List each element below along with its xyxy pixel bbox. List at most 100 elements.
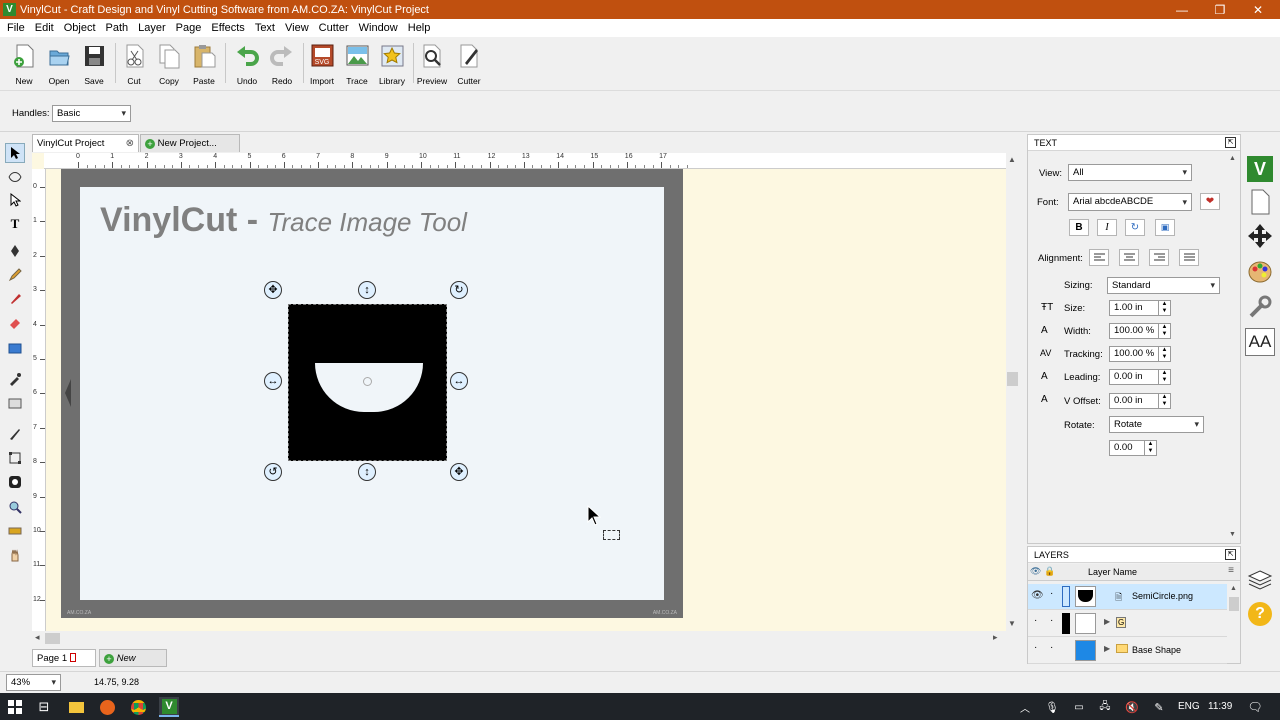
minimize-button[interactable]: — <box>1162 0 1202 19</box>
move-handle-icon[interactable]: ✥ <box>264 281 282 299</box>
task-view-icon[interactable]: ⊟ <box>34 697 54 717</box>
microphone-icon[interactable]: 🎙 <box>1042 697 1062 717</box>
notifications-icon[interactable]: 🗨 <box>1245 697 1265 717</box>
italic-button[interactable]: I <box>1097 219 1117 236</box>
copy-button[interactable]: Copy <box>152 43 186 89</box>
chrome-icon[interactable] <box>128 697 148 717</box>
select-tool-icon[interactable] <box>5 143 25 163</box>
leading-input[interactable]: 0.00 in ▲ ▼ <box>1109 369 1171 385</box>
semicircle-image[interactable] <box>288 304 447 461</box>
tab-page-1[interactable]: Page 1 ⊗ <box>32 649 109 667</box>
vertical-scrollbar[interactable]: ▲ ▼ <box>1006 153 1020 633</box>
document-icon[interactable] <box>1245 188 1275 216</box>
cutter-button[interactable]: Cutter <box>452 43 486 89</box>
menu-effects[interactable]: Effects <box>206 22 249 34</box>
measure-tool-icon[interactable] <box>5 521 25 541</box>
align-left-icon[interactable] <box>1089 249 1109 266</box>
tracking-input[interactable]: 100.00 % ▲ ▼ <box>1109 346 1171 362</box>
eraser-tool-icon[interactable] <box>5 313 25 333</box>
resize-horizontal-handle-icon[interactable]: ↔ <box>450 372 468 390</box>
voffset-input[interactable]: 0.00 in ▲ ▼ <box>1109 393 1171 409</box>
menu-window[interactable]: Window <box>354 22 403 34</box>
layers-stack-icon[interactable] <box>1245 566 1275 594</box>
preview-button[interactable]: Preview <box>415 43 449 89</box>
move-arrows-icon[interactable] <box>1245 222 1275 250</box>
node-edit-tool-icon[interactable] <box>5 167 25 187</box>
layer-row[interactable]: · · ▶ G <box>1028 611 1227 637</box>
redo-button[interactable]: Redo <box>265 43 299 89</box>
resize-vertical-handle-icon[interactable]: ↕ <box>358 463 376 481</box>
reset-text-icon[interactable]: ↻ <box>1125 219 1145 236</box>
bold-button[interactable]: B <box>1069 219 1089 236</box>
windows-start-icon[interactable] <box>5 697 25 717</box>
undo-button[interactable]: Undo <box>230 43 264 89</box>
panel-expand-icon[interactable]: ⇱ <box>1225 549 1236 560</box>
close-tab-icon[interactable]: ⊗ <box>126 135 134 152</box>
tab-new-project[interactable]: + New Project... <box>140 134 240 152</box>
brush-tool-icon[interactable] <box>5 289 25 309</box>
close-button[interactable]: ✕ <box>1238 0 1278 19</box>
transform-tool-icon[interactable] <box>5 448 25 468</box>
rotate-handle-icon[interactable]: ↺ <box>264 463 282 481</box>
layer-row[interactable]: 👁 · 🗎 SemiCircle.png <box>1028 584 1227 610</box>
menu-text[interactable]: Text <box>250 22 280 34</box>
font-select[interactable]: Arial abcdeABCDE ▾ <box>1068 193 1192 211</box>
view-select[interactable]: All ▾ <box>1068 164 1192 181</box>
expand-arrow-icon[interactable]: ▶ <box>1104 644 1110 653</box>
menu-edit[interactable]: Edit <box>30 22 59 34</box>
paste-button[interactable]: Paste <box>187 43 221 89</box>
design-page[interactable]: VinylCut - Trace Image Tool ✥ ↕ ↻ ↔ ↔ ↺ … <box>80 187 664 600</box>
firefox-icon[interactable] <box>97 697 117 717</box>
layer-row[interactable]: · · ▶ Base Shape <box>1028 638 1227 664</box>
library-button[interactable]: Library <box>375 43 409 89</box>
gradient-tool-icon[interactable] <box>5 393 25 413</box>
panel-expand-icon[interactable]: ⇱ <box>1225 137 1236 148</box>
scroll-thumb[interactable] <box>1007 372 1018 386</box>
menu-view[interactable]: View <box>280 22 314 34</box>
scroll-thumb[interactable] <box>45 633 60 644</box>
new-button[interactable]: New <box>7 43 41 89</box>
horizontal-scrollbar[interactable]: ◂ ▸ <box>32 631 1007 646</box>
tab-new-page[interactable]: + New Page... <box>99 649 167 681</box>
tools-wrench-icon[interactable] <box>1245 293 1275 321</box>
text-options-icon[interactable]: ▣ <box>1155 219 1175 236</box>
zoom-select[interactable]: 43% ▾ <box>6 674 61 691</box>
text-aa-icon[interactable]: AA <box>1245 328 1275 356</box>
menu-help[interactable]: Help <box>403 22 436 34</box>
direct-select-tool-icon[interactable] <box>5 190 25 210</box>
shape-tool-icon[interactable] <box>5 338 25 358</box>
layers-scrollbar[interactable]: ▲ <box>1228 583 1240 663</box>
text-tool-icon[interactable]: T <box>5 214 25 234</box>
rotate-angle-input[interactable]: 0.00 ▲ ▼ <box>1109 440 1157 456</box>
pen-icon[interactable]: ✎ <box>1149 697 1169 717</box>
volume-muted-icon[interactable]: 🔇 <box>1122 697 1142 717</box>
size-input[interactable]: 1.00 in ▲ ▼ <box>1109 300 1171 316</box>
battery-icon[interactable]: ▭ <box>1069 697 1089 717</box>
font-favorites-icon[interactable]: ❤ <box>1200 193 1220 210</box>
import-button[interactable]: SVG Import <box>305 43 339 89</box>
vinylcut-logo-icon[interactable]: V <box>1245 155 1275 183</box>
resize-vertical-handle-icon[interactable]: ↕ <box>358 281 376 299</box>
language-indicator[interactable]: ENG <box>1178 701 1200 712</box>
eye-icon[interactable]: 👁 <box>1031 590 1044 601</box>
menu-layer[interactable]: Layer <box>133 22 171 34</box>
knife-tool-icon[interactable] <box>5 424 25 444</box>
resize-horizontal-handle-icon[interactable]: ↔ <box>264 372 282 390</box>
rotate-handle-icon[interactable]: ↻ <box>450 281 468 299</box>
layers-menu-icon[interactable]: ≡ <box>1228 565 1234 576</box>
text-panel-scrollbar[interactable]: ▲ ▼ <box>1227 153 1239 543</box>
menu-file[interactable]: File <box>2 22 30 34</box>
chevron-up-icon[interactable]: ︿ <box>1015 697 1035 717</box>
handles-select[interactable]: Basic ▾ <box>52 105 131 122</box>
open-button[interactable]: Open <box>42 43 76 89</box>
align-center-icon[interactable] <box>1119 249 1139 266</box>
weld-tool-icon[interactable] <box>5 472 25 492</box>
rotate-select[interactable]: Rotate ▾ <box>1109 416 1204 433</box>
pencil-tool-icon[interactable] <box>5 265 25 285</box>
save-button[interactable]: Save <box>77 43 111 89</box>
help-icon[interactable]: ? <box>1245 600 1275 628</box>
vinylcut-taskbar-icon[interactable]: V <box>159 697 179 717</box>
align-right-icon[interactable] <box>1149 249 1169 266</box>
menu-path[interactable]: Path <box>101 22 134 34</box>
network-icon[interactable]: 🖧 <box>1095 697 1115 717</box>
